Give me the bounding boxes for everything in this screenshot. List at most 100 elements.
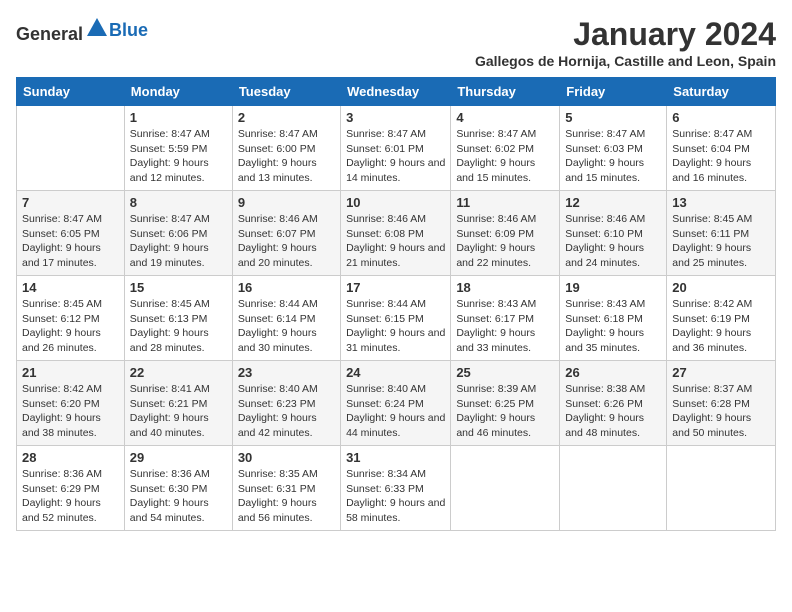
calendar-cell: 6Sunrise: 8:47 AMSunset: 6:04 PMDaylight… <box>667 106 776 191</box>
weekday-header: Monday <box>124 78 232 106</box>
page-header: General Blue January 2024 Gallegos de Ho… <box>16 16 776 69</box>
day-info: Sunrise: 8:44 AMSunset: 6:14 PMDaylight:… <box>238 297 335 356</box>
day-info: Sunrise: 8:45 AMSunset: 6:13 PMDaylight:… <box>130 297 227 356</box>
day-info: Sunrise: 8:47 AMSunset: 6:03 PMDaylight:… <box>565 127 661 186</box>
calendar-cell: 3Sunrise: 8:47 AMSunset: 6:01 PMDaylight… <box>341 106 451 191</box>
calendar-cell: 8Sunrise: 8:47 AMSunset: 6:06 PMDaylight… <box>124 191 232 276</box>
day-info: Sunrise: 8:47 AMSunset: 6:00 PMDaylight:… <box>238 127 335 186</box>
day-number: 13 <box>672 195 770 210</box>
calendar-week-row: 14Sunrise: 8:45 AMSunset: 6:12 PMDayligh… <box>17 276 776 361</box>
calendar-cell: 5 Sunrise: 8:47 AMSunset: 6:03 PMDaylight… <box>560 106 667 191</box>
calendar-cell: 13 Sunrise: 8:45 AMSunset: 6:11 PMDayligh… <box>667 191 776 276</box>
logo: General Blue <box>16 16 148 45</box>
day-number: 12 <box>565 195 661 210</box>
day-info: Sunrise: 8:39 AMSunset: 6:25 PMDaylight:… <box>456 382 554 441</box>
calendar-cell <box>560 446 667 531</box>
day-number: 16 <box>238 280 335 295</box>
weekday-header: Sunday <box>17 78 125 106</box>
day-number: 10 <box>346 195 445 210</box>
day-number: 1 <box>130 110 227 125</box>
day-info: Sunrise: 8:47 AMSunset: 6:06 PMDaylight:… <box>130 212 227 271</box>
day-number: 25 <box>456 365 554 380</box>
day-info: Sunrise: 8:36 AMSunset: 6:30 PMDaylight:… <box>130 467 227 526</box>
day-info: Sunrise: 8:41 AMSunset: 6:21 PMDaylight:… <box>130 382 227 441</box>
day-info: Sunrise: 8:47 AMSunset: 5:59 PMDaylight:… <box>130 127 227 186</box>
day-number: 22 <box>130 365 227 380</box>
day-info: Sunrise: 8:45 AMSunset: 6:11 PMDaylight:… <box>672 212 770 271</box>
day-info: Sunrise: 8:42 AMSunset: 6:20 PMDaylight:… <box>22 382 119 441</box>
day-number: 28 <box>22 450 119 465</box>
logo-icon <box>85 16 109 40</box>
day-info: Sunrise: 8:36 AMSunset: 6:29 PMDaylight:… <box>22 467 119 526</box>
calendar-week-row: 7Sunrise: 8:47 AMSunset: 6:05 PMDaylight… <box>17 191 776 276</box>
day-info: Sunrise: 8:35 AMSunset: 6:31 PMDaylight:… <box>238 467 335 526</box>
calendar-cell: 12 Sunrise: 8:46 AMSunset: 6:10 PMDayligh… <box>560 191 667 276</box>
day-info: Sunrise: 8:47 AMSunset: 6:02 PMDaylight:… <box>456 127 554 186</box>
day-number: 24 <box>346 365 445 380</box>
day-number: 26 <box>565 365 661 380</box>
day-info: Sunrise: 8:40 AMSunset: 6:23 PMDaylight:… <box>238 382 335 441</box>
day-info: Sunrise: 8:47 AMSunset: 6:05 PMDaylight:… <box>22 212 119 271</box>
calendar-cell: 17 Sunrise: 8:44 AMSunset: 6:15 PMDayligh… <box>341 276 451 361</box>
calendar-table: SundayMondayTuesdayWednesdayThursdayFrid… <box>16 77 776 531</box>
calendar-week-row: 28 Sunrise: 8:36 AMSunset: 6:29 PMDayligh… <box>17 446 776 531</box>
calendar-cell <box>17 106 125 191</box>
weekday-header: Wednesday <box>341 78 451 106</box>
weekday-header: Saturday <box>667 78 776 106</box>
day-number: 23 <box>238 365 335 380</box>
day-number: 19 <box>565 280 661 295</box>
calendar-cell: 1 Sunrise: 8:47 AMSunset: 5:59 PMDaylight… <box>124 106 232 191</box>
day-info: Sunrise: 8:38 AMSunset: 6:26 PMDaylight:… <box>565 382 661 441</box>
logo-general: General <box>16 24 83 44</box>
day-info: Sunrise: 8:46 AMSunset: 6:08 PMDaylight:… <box>346 212 445 271</box>
day-number: 29 <box>130 450 227 465</box>
day-info: Sunrise: 8:44 AMSunset: 6:15 PMDaylight:… <box>346 297 445 356</box>
calendar-cell: 24 Sunrise: 8:40 AMSunset: 6:24 PMDayligh… <box>341 361 451 446</box>
calendar-cell: 18 Sunrise: 8:43 AMSunset: 6:17 PMDayligh… <box>451 276 560 361</box>
calendar-cell: 7Sunrise: 8:47 AMSunset: 6:05 PMDaylight… <box>17 191 125 276</box>
day-number: 31 <box>346 450 445 465</box>
calendar-week-row: 21 Sunrise: 8:42 AMSunset: 6:20 PMDayligh… <box>17 361 776 446</box>
day-number: 27 <box>672 365 770 380</box>
calendar-cell: 26 Sunrise: 8:38 AMSunset: 6:26 PMDayligh… <box>560 361 667 446</box>
weekday-header: Tuesday <box>232 78 340 106</box>
calendar-cell <box>451 446 560 531</box>
weekday-header: Friday <box>560 78 667 106</box>
day-number: 21 <box>22 365 119 380</box>
day-number: 5 <box>565 110 661 125</box>
calendar-cell: 4Sunrise: 8:47 AMSunset: 6:02 PMDaylight… <box>451 106 560 191</box>
calendar-cell: 29 Sunrise: 8:36 AMSunset: 6:30 PMDayligh… <box>124 446 232 531</box>
day-info: Sunrise: 8:47 AMSunset: 6:01 PMDaylight:… <box>346 127 445 186</box>
day-info: Sunrise: 8:46 AMSunset: 6:09 PMDaylight:… <box>456 212 554 271</box>
day-info: Sunrise: 8:34 AMSunset: 6:33 PMDaylight:… <box>346 467 445 526</box>
calendar-cell: 20Sunrise: 8:42 AMSunset: 6:19 PMDayligh… <box>667 276 776 361</box>
day-info: Sunrise: 8:43 AMSunset: 6:17 PMDaylight:… <box>456 297 554 356</box>
calendar-cell: 11Sunrise: 8:46 AMSunset: 6:09 PMDayligh… <box>451 191 560 276</box>
day-number: 18 <box>456 280 554 295</box>
day-info: Sunrise: 8:43 AMSunset: 6:18 PMDaylight:… <box>565 297 661 356</box>
calendar-cell: 15 Sunrise: 8:45 AMSunset: 6:13 PMDayligh… <box>124 276 232 361</box>
day-info: Sunrise: 8:40 AMSunset: 6:24 PMDaylight:… <box>346 382 445 441</box>
day-number: 9 <box>238 195 335 210</box>
calendar-cell: 31 Sunrise: 8:34 AMSunset: 6:33 PMDayligh… <box>341 446 451 531</box>
calendar-cell: 16 Sunrise: 8:44 AMSunset: 6:14 PMDayligh… <box>232 276 340 361</box>
calendar-cell: 2 Sunrise: 8:47 AMSunset: 6:00 PMDaylight… <box>232 106 340 191</box>
calendar-cell: 30Sunrise: 8:35 AMSunset: 6:31 PMDayligh… <box>232 446 340 531</box>
title-block: January 2024 Gallegos de Hornija, Castil… <box>475 16 776 69</box>
day-info: Sunrise: 8:46 AMSunset: 6:10 PMDaylight:… <box>565 212 661 271</box>
calendar-cell: 19 Sunrise: 8:43 AMSunset: 6:18 PMDayligh… <box>560 276 667 361</box>
calendar-cell <box>667 446 776 531</box>
weekday-header-row: SundayMondayTuesdayWednesdayThursdayFrid… <box>17 78 776 106</box>
day-number: 15 <box>130 280 227 295</box>
day-info: Sunrise: 8:46 AMSunset: 6:07 PMDaylight:… <box>238 212 335 271</box>
calendar-cell: 22 Sunrise: 8:41 AMSunset: 6:21 PMDayligh… <box>124 361 232 446</box>
calendar-cell: 10 Sunrise: 8:46 AMSunset: 6:08 PMDayligh… <box>341 191 451 276</box>
day-info: Sunrise: 8:42 AMSunset: 6:19 PMDaylight:… <box>672 297 770 356</box>
day-number: 17 <box>346 280 445 295</box>
calendar-cell: 25 Sunrise: 8:39 AMSunset: 6:25 PMDayligh… <box>451 361 560 446</box>
location-title: Gallegos de Hornija, Castille and Leon, … <box>475 53 776 69</box>
calendar-cell: 14Sunrise: 8:45 AMSunset: 6:12 PMDayligh… <box>17 276 125 361</box>
weekday-header: Thursday <box>451 78 560 106</box>
day-number: 2 <box>238 110 335 125</box>
calendar-cell: 23 Sunrise: 8:40 AMSunset: 6:23 PMDayligh… <box>232 361 340 446</box>
